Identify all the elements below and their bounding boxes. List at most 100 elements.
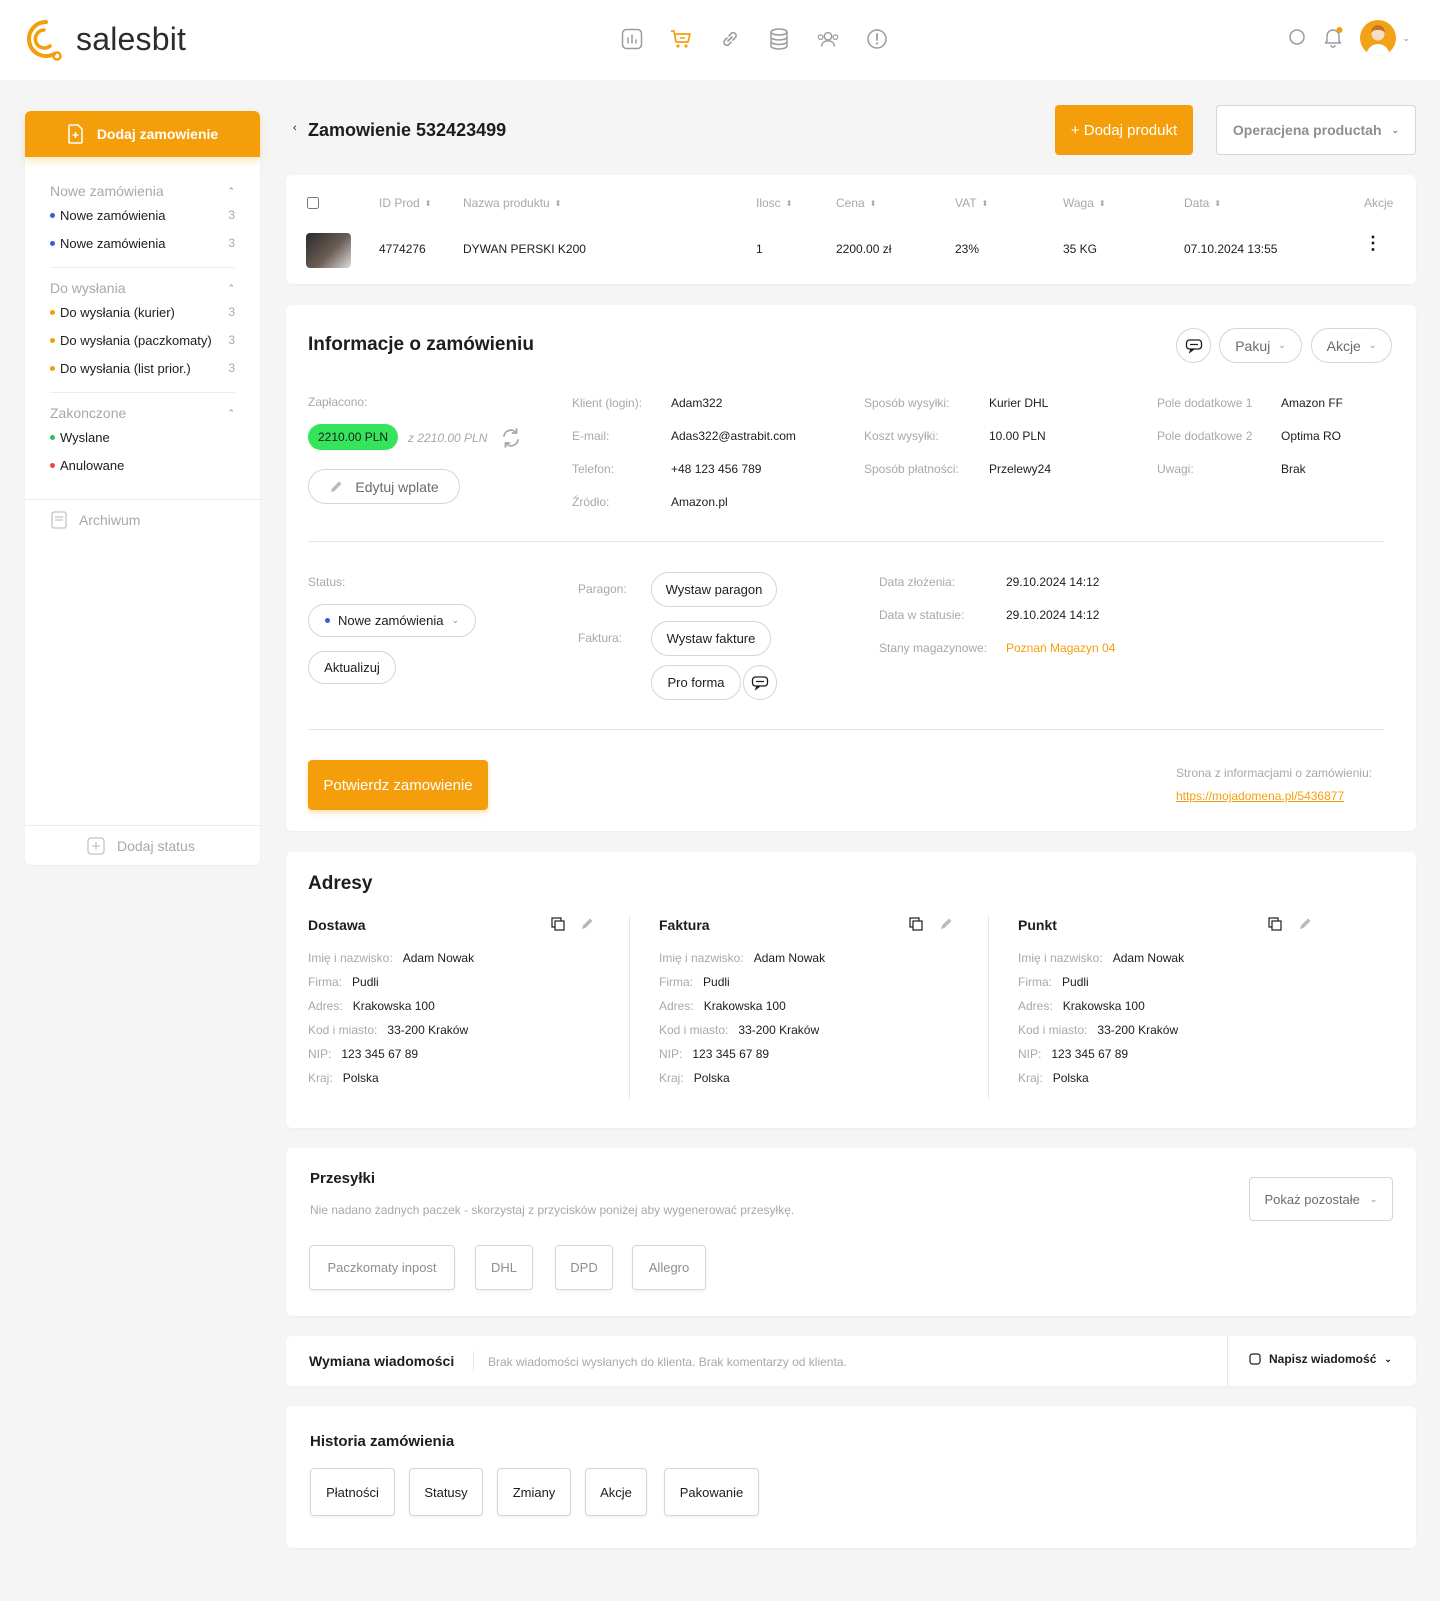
product-id: 4774276 (379, 242, 426, 256)
carrier-inpost-button[interactable]: Paczkomaty inpost (309, 1245, 455, 1290)
user-menu[interactable]: ⌄ (1360, 20, 1410, 56)
page-title: Zamowienie 532423499 (308, 120, 507, 140)
carrier-dpd-button[interactable]: DPD (555, 1245, 613, 1290)
select-all-checkbox[interactable] (307, 197, 319, 209)
sidebar-group-title[interactable]: Nowe zamówienia ⌃ (50, 181, 235, 201)
add-order-button[interactable]: Dodaj zamowienie (25, 111, 260, 157)
extra-field-1-value: Amazon FF (1281, 396, 1344, 410)
status-dropdown[interactable]: Nowe zamówienia ⌄ (308, 604, 476, 637)
link-icon[interactable] (718, 26, 742, 52)
col-header-name[interactable]: Nazwa produktu ⬍ (463, 196, 561, 210)
product-operations-dropdown[interactable]: Operacjena productah ⌄ (1216, 105, 1416, 155)
copy-icon[interactable] (909, 917, 923, 931)
sidebar-group-title[interactable]: Zakonczone ⌃ (50, 403, 235, 423)
product-operations-label: Operacjena productah (1232, 122, 1382, 138)
order-date-value: 29.10.2024 14:12 (1006, 575, 1100, 589)
product-thumbnail[interactable] (306, 233, 351, 268)
status-dot (50, 462, 55, 468)
edit-payment-button[interactable]: Edytuj wplate (308, 469, 460, 504)
archive-label: Archiwum (79, 512, 141, 528)
pencil-icon[interactable] (939, 917, 953, 931)
col-header-label: Waga (1063, 196, 1094, 210)
paid-amount-badge: 2210.00 PLN (308, 424, 399, 450)
history-tab-packing[interactable]: Pakowanie (664, 1468, 759, 1516)
info-page-link[interactable]: https://mojadomena.pl/5436877 (1176, 789, 1344, 803)
refresh-icon[interactable] (500, 427, 522, 449)
message-icon-button[interactable] (1176, 328, 1211, 363)
logo[interactable]: salesbit (24, 16, 186, 62)
back-chevron-icon[interactable]: ‹ (293, 122, 297, 134)
col-header-qty[interactable]: Ilosc ⬍ (756, 196, 792, 210)
pencil-icon (331, 481, 342, 492)
sidebar-item[interactable]: Do wysłania (kurier) 3 (50, 298, 235, 326)
product-qty: 1 (756, 242, 763, 256)
col-header-weight[interactable]: Waga ⬍ (1063, 196, 1106, 210)
pack-dropdown[interactable]: Pakuj ⌄ (1219, 328, 1302, 363)
email-value[interactable]: Adas322@astrabit.com (671, 429, 796, 443)
users-icon[interactable] (816, 26, 840, 52)
sidebar-group-title[interactable]: Do wysłania ⌃ (50, 278, 235, 298)
search-icon[interactable] (1288, 28, 1306, 49)
chevron-down-icon: ⌄ (1368, 340, 1377, 350)
update-button[interactable]: Aktualizuj (308, 651, 396, 684)
copy-icon[interactable] (1268, 917, 1282, 931)
col-header-id[interactable]: ID Prod ⬍ (379, 196, 431, 210)
history-tab-payments[interactable]: Płatności (310, 1468, 395, 1516)
sidebar-item[interactable]: Nowe zamówienia 3 (50, 229, 235, 257)
issue-invoice-button[interactable]: Wystaw fakture (651, 621, 771, 656)
alert-icon[interactable] (865, 26, 889, 52)
add-product-button[interactable]: + Dodaj produkt (1055, 105, 1193, 155)
write-message-button[interactable]: Napisz wiadomość ⌄ (1249, 1352, 1392, 1366)
pencil-icon[interactable] (580, 917, 594, 931)
copy-icon[interactable] (551, 917, 565, 931)
field-label: Kraj: (308, 1071, 333, 1085)
proforma-button[interactable]: Pro forma (651, 665, 741, 700)
logo-text: salesbit (76, 20, 187, 57)
shipments-panel (286, 1148, 1416, 1316)
history-tab-changes[interactable]: Zmiany (497, 1468, 571, 1516)
pencil-icon[interactable] (1298, 917, 1312, 931)
notes-value: Brak (1281, 462, 1306, 476)
proforma-message-button[interactable] (743, 665, 777, 700)
database-icon[interactable] (767, 26, 791, 52)
sidebar-item[interactable]: Nowe zamówienia 3 (50, 201, 235, 229)
show-more-dropdown[interactable]: Pokaż pozostałe ⌄ (1249, 1177, 1393, 1221)
chevron-down-icon: ⌄ (1369, 1193, 1378, 1204)
field-label: NIP: (1018, 1047, 1042, 1061)
history-tab-statuses[interactable]: Statusy (409, 1468, 483, 1516)
divider (25, 499, 260, 500)
more-vertical-icon[interactable]: ⋮ (1364, 234, 1382, 252)
product-name[interactable]: DYWAN PERSKI K200 (463, 242, 586, 256)
field-label: Kod i miasto: (308, 1023, 378, 1037)
status-date-value: 29.10.2024 14:12 (1006, 608, 1100, 622)
archive-icon (51, 511, 67, 529)
actions-dropdown[interactable]: Akcje ⌄ (1311, 328, 1392, 363)
issue-receipt-button[interactable]: Wystaw paragon (651, 572, 777, 607)
col-header-vat[interactable]: VAT ⬍ (955, 196, 988, 210)
carrier-allegro-button[interactable]: Allegro (632, 1245, 706, 1290)
sidebar-item-label: Do wysłania (list prior.) (60, 360, 191, 376)
sidebar-item[interactable]: Anulowane (50, 451, 235, 479)
col-header-date[interactable]: Data ⬍ (1184, 196, 1221, 210)
carrier-dhl-button[interactable]: DHL (475, 1245, 533, 1290)
bell-icon[interactable] (1322, 26, 1344, 51)
document-plus-icon (68, 124, 83, 144)
delivery-title: Dostawa (308, 917, 366, 933)
avatar[interactable] (1360, 20, 1397, 56)
confirm-order-button[interactable]: Potwierdz zamowienie (308, 760, 488, 810)
info-page-label: Strona z informacjami o zamówieniu: (1176, 766, 1373, 780)
chart-icon[interactable] (620, 26, 644, 52)
sidebar-item-archive[interactable]: Archiwum (51, 511, 140, 529)
sidebar-item[interactable]: Wyslane (50, 423, 235, 451)
sidebar-item[interactable]: Do wysłania (list prior.) 3 (50, 354, 235, 382)
add-status-button[interactable]: Dodaj status (87, 837, 195, 855)
extra-field-2-value: Optima RO (1281, 429, 1342, 443)
stock-value[interactable]: Poznań Magazyn 04 (1006, 641, 1115, 655)
status-label: Status: (308, 575, 346, 589)
invoice-address-title: Faktura (659, 917, 710, 933)
history-tab-actions[interactable]: Akcje (585, 1468, 647, 1516)
col-header-price[interactable]: Cena ⬍ (836, 196, 876, 210)
sidebar-item[interactable]: Do wysłania (paczkomaty) 3 (50, 326, 235, 354)
divider (25, 825, 260, 826)
cart-icon[interactable] (669, 26, 693, 52)
